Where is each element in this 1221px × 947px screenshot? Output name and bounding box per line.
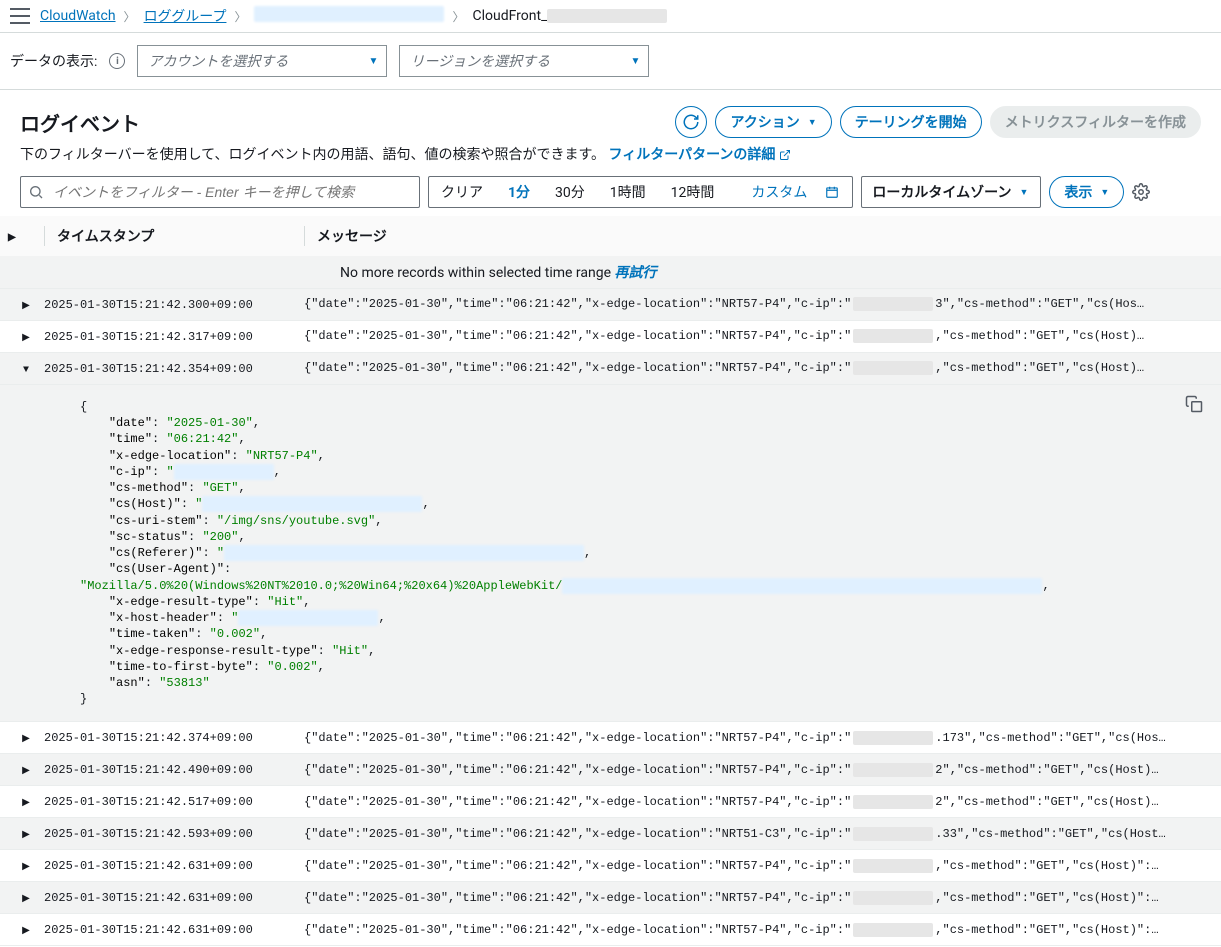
- col-message[interactable]: メッセージ: [304, 226, 1213, 246]
- table-row: 2025-01-30T15:21:42.317+09:00 {"date":"2…: [0, 321, 1221, 353]
- time-segment: クリア 1分 30分 1時間 12時間 カスタム: [428, 176, 853, 208]
- message-cell: {"date":"2025-01-30","time":"06:21:42","…: [304, 361, 1213, 375]
- timestamp-cell: 2025-01-30T15:21:42.354+09:00: [44, 362, 304, 376]
- timestamp-cell: 2025-01-30T15:21:42.374+09:00: [44, 731, 304, 745]
- expand-all-icon[interactable]: [8, 228, 16, 244]
- filter-pattern-link[interactable]: フィルターパターンの詳細: [609, 147, 791, 163]
- breadcrumb-stream-name: CloudFront_: [472, 8, 667, 24]
- breadcrumb-group-name[interactable]: [254, 6, 444, 26]
- data-view-row: データの表示: i アカウントを選択する リージョンを選択する: [0, 33, 1221, 90]
- message-cell: {"date":"2025-01-30","time":"06:21:42","…: [304, 891, 1213, 905]
- time-30m[interactable]: 30分: [543, 177, 598, 207]
- breadcrumb: CloudWatch 〉 ロググループ 〉 〉 CloudFront_: [40, 6, 667, 26]
- time-12h[interactable]: 12時間: [659, 177, 728, 207]
- table-row: 2025-01-30T15:21:42.631+09:00 {"date":"2…: [0, 882, 1221, 914]
- no-records-row: No more records within selected time ran…: [0, 256, 1221, 289]
- refresh-button[interactable]: [675, 106, 707, 138]
- expand-toggle[interactable]: [8, 298, 44, 312]
- top-bar: CloudWatch 〉 ロググループ 〉 〉 CloudFront_: [0, 0, 1221, 33]
- table-row: 2025-01-30T15:21:42.593+09:00 {"date":"2…: [0, 818, 1221, 850]
- message-cell: {"date":"2025-01-30","time":"06:21:42","…: [304, 859, 1213, 873]
- region-select[interactable]: リージョンを選択する: [399, 45, 649, 77]
- expand-toggle[interactable]: [8, 859, 44, 873]
- expand-toggle[interactable]: [8, 330, 44, 344]
- message-cell: {"date":"2025-01-30","time":"06:21:42","…: [304, 731, 1213, 745]
- time-1m[interactable]: 1分: [496, 177, 543, 207]
- timestamp-cell: 2025-01-30T15:21:42.593+09:00: [44, 827, 304, 841]
- chevron-right-icon: 〉: [452, 8, 464, 25]
- table-row: 2025-01-30T15:21:42.374+09:00 {"date":"2…: [0, 722, 1221, 754]
- section-description: 下のフィルターバーを使用して、ログイベント内の用語、語句、値の検索や照合ができま…: [20, 144, 1201, 164]
- timestamp-cell: 2025-01-30T15:21:42.490+09:00: [44, 763, 304, 777]
- expand-toggle[interactable]: [8, 923, 44, 937]
- message-cell: {"date":"2025-01-30","time":"06:21:42","…: [304, 297, 1213, 311]
- retry-link[interactable]: 再試行: [615, 265, 657, 281]
- table-row: 2025-01-30T15:21:42.300+09:00 {"date":"2…: [0, 289, 1221, 321]
- time-1h[interactable]: 1時間: [598, 177, 659, 207]
- menu-icon[interactable]: [10, 8, 30, 24]
- timezone-select[interactable]: ローカルタイムゾーン: [861, 176, 1041, 208]
- message-cell: {"date":"2025-01-30","time":"06:21:42","…: [304, 763, 1213, 777]
- timestamp-cell: 2025-01-30T15:21:42.300+09:00: [44, 298, 304, 312]
- create-metrics-filter-button: メトリクスフィルターを作成: [990, 106, 1201, 138]
- expand-toggle[interactable]: [8, 891, 44, 905]
- search-input[interactable]: [20, 176, 420, 208]
- actions-button[interactable]: アクション: [715, 106, 831, 138]
- table-header: タイムスタンプ メッセージ: [0, 216, 1221, 256]
- breadcrumb-root[interactable]: CloudWatch: [40, 8, 116, 24]
- info-icon[interactable]: i: [109, 53, 125, 69]
- search-field: [20, 176, 420, 208]
- start-tailing-button[interactable]: テーリングを開始: [840, 106, 982, 138]
- copy-icon[interactable]: [1185, 395, 1203, 413]
- table-row: 2025-01-30T15:21:42.517+09:00 {"date":"2…: [0, 786, 1221, 818]
- message-cell: {"date":"2025-01-30","time":"06:21:42","…: [304, 329, 1213, 343]
- breadcrumb-log-groups[interactable]: ロググループ: [144, 6, 227, 26]
- table-row: 2025-01-30T15:21:42.631+09:00 {"date":"2…: [0, 914, 1221, 946]
- chevron-right-icon: 〉: [124, 8, 136, 25]
- data-view-label: データの表示:: [10, 51, 97, 71]
- clear-button[interactable]: クリア: [429, 177, 496, 207]
- table-row: 2025-01-30T15:21:42.490+09:00 {"date":"2…: [0, 754, 1221, 786]
- chevron-right-icon: 〉: [234, 8, 246, 25]
- col-timestamp[interactable]: タイムスタンプ: [44, 226, 304, 246]
- table-row: 2025-01-30T15:21:42.631+09:00 {"date":"2…: [0, 850, 1221, 882]
- timestamp-cell: 2025-01-30T15:21:42.631+09:00: [44, 859, 304, 873]
- timestamp-cell: 2025-01-30T15:21:42.317+09:00: [44, 330, 304, 344]
- display-button[interactable]: 表示: [1049, 176, 1124, 208]
- search-icon: [28, 184, 44, 200]
- timestamp-cell: 2025-01-30T15:21:42.631+09:00: [44, 923, 304, 937]
- expanded-json: { "date": "2025-01-30", "time": "06:21:4…: [0, 385, 1221, 722]
- message-cell: {"date":"2025-01-30","time":"06:21:42","…: [304, 827, 1213, 841]
- timestamp-cell: 2025-01-30T15:21:42.631+09:00: [44, 891, 304, 905]
- log-events-section: ログイベント アクション テーリングを開始 メトリクスフィルターを作成 下のフィ…: [0, 90, 1221, 216]
- time-custom[interactable]: カスタム: [727, 177, 852, 207]
- section-title: ログイベント: [20, 108, 140, 137]
- expand-toggle[interactable]: [8, 362, 44, 376]
- timestamp-cell: 2025-01-30T15:21:42.517+09:00: [44, 795, 304, 809]
- table-row: 2025-01-30T15:21:42.354+09:00 {"date":"2…: [0, 353, 1221, 385]
- expand-toggle[interactable]: [8, 763, 44, 777]
- expand-toggle[interactable]: [8, 795, 44, 809]
- log-table: タイムスタンプ メッセージ No more records within sel…: [0, 216, 1221, 946]
- expand-toggle[interactable]: [8, 731, 44, 745]
- message-cell: {"date":"2025-01-30","time":"06:21:42","…: [304, 795, 1213, 809]
- filter-toolbar: クリア 1分 30分 1時間 12時間 カスタム ローカルタイムゾーン 表示: [20, 176, 1201, 208]
- account-select[interactable]: アカウントを選択する: [137, 45, 387, 77]
- message-cell: {"date":"2025-01-30","time":"06:21:42","…: [304, 923, 1213, 937]
- expand-toggle[interactable]: [8, 827, 44, 841]
- gear-icon[interactable]: [1132, 183, 1150, 201]
